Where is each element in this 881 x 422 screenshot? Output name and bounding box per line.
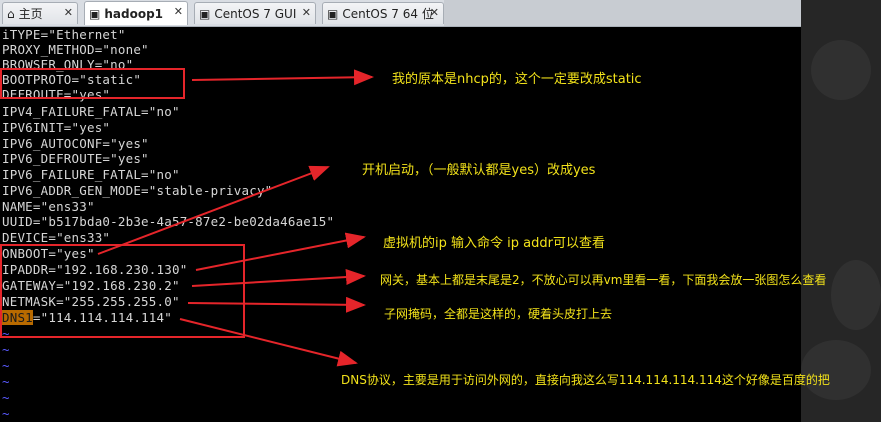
empty-line-tilde: ~: [2, 342, 10, 357]
tab-label: 主页: [18, 7, 43, 21]
close-icon[interactable]: ✕: [302, 6, 311, 19]
highlight-box-network: [0, 244, 245, 338]
tab-bar-empty: [444, 0, 801, 26]
config-line: IPV6_FAILURE_FATAL="no": [2, 167, 180, 182]
config-line: iTYPE="Ethernet": [2, 27, 126, 42]
annotation-gateway: 网关，基本上都是末尾是2，不放心可以再vm里看一看，下面我会放一张图怎么查看: [380, 273, 827, 287]
empty-line-tilde: ~: [2, 390, 10, 405]
background-texture: [831, 260, 881, 330]
annotation-netmask: 子网掩码，全都是这样的，硬着头皮打上去: [384, 307, 613, 321]
config-line: UUID="b517bda0-2b3e-4a57-87e2-be02da46ae…: [2, 214, 335, 229]
tab-bar: ⌂ 主页 ✕ ▣ hadoop1 ✕ ▣ CentOS 7 GUI ✕ ▣ Ce…: [0, 0, 881, 27]
config-line: IPV4_FAILURE_FATAL="no": [2, 104, 180, 119]
tab-label: CentOS 7 GUI: [214, 6, 297, 21]
tab-hadoop1[interactable]: ▣ hadoop1 ✕: [84, 1, 188, 25]
config-line: NAME="ens33": [2, 199, 95, 214]
tab-label: CentOS 7 64 位: [342, 7, 434, 21]
annotation-bootproto: 我的原本是nhcp的，这个一定要改成static: [392, 72, 642, 87]
close-icon[interactable]: ✕: [430, 6, 439, 19]
annotation-dns: DNS协议，主要是用于访问外网的，直接向我这么写114.114.114.114这…: [341, 373, 830, 387]
tab-label: hadoop1: [104, 6, 164, 21]
highlight-box-bootproto: [0, 68, 185, 99]
vm-icon: ▣: [199, 6, 211, 21]
annotation-onboot: 开机启动，（一般默认都是yes）改成yes: [362, 163, 596, 178]
config-line: PROXY_METHOD="none": [2, 42, 149, 57]
empty-line-tilde: ~: [2, 374, 10, 389]
desktop-background: [801, 0, 881, 422]
config-line: IPV6INIT="yes": [2, 120, 111, 135]
tab-centos7-64[interactable]: ▣ CentOS 7 64 位 ✕: [322, 2, 444, 24]
config-line: IPV6_DEFROUTE="yes": [2, 151, 149, 166]
tab-home[interactable]: ⌂ 主页 ✕: [2, 2, 78, 24]
background-texture: [801, 340, 871, 400]
annotation-ipaddr: 虚拟机的ip 输入命令 ip addr可以查看: [383, 236, 605, 251]
close-icon[interactable]: ✕: [174, 5, 183, 18]
config-line: IPV6_AUTOCONF="yes": [2, 136, 149, 151]
close-icon[interactable]: ✕: [64, 6, 73, 19]
vm-icon: ▣: [89, 6, 101, 21]
config-line: IPV6_ADDR_GEN_MODE="stable-privacy": [2, 183, 273, 198]
vm-icon: ▣: [327, 6, 339, 21]
empty-line-tilde: ~: [2, 406, 10, 421]
home-icon: ⌂: [7, 6, 15, 21]
background-texture: [811, 40, 871, 100]
empty-line-tilde: ~: [2, 358, 10, 373]
tab-centos7-gui[interactable]: ▣ CentOS 7 GUI ✕: [194, 2, 316, 24]
config-line: DEVICE="ens33": [2, 230, 111, 245]
